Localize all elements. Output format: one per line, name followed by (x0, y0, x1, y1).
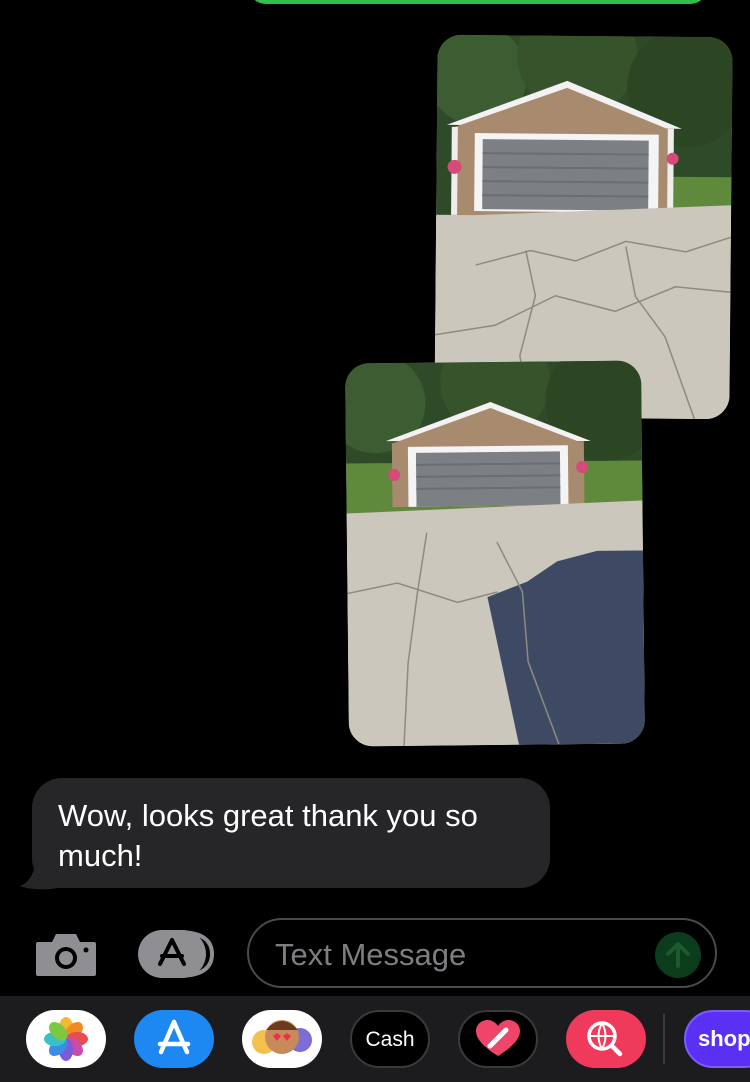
previous-message-bubble-edge (248, 0, 708, 4)
app-shop-button[interactable]: shop (684, 1010, 750, 1068)
message-input[interactable] (273, 932, 637, 978)
app-apple-cash-button[interactable]: Cash (350, 1010, 430, 1068)
incoming-message-text: Wow, looks great thank you so much! (58, 798, 478, 873)
heart-icon (476, 1020, 520, 1056)
apple-cash-label: Cash (365, 1028, 415, 1051)
send-button[interactable] (655, 932, 701, 978)
memoji-icon (252, 1020, 312, 1054)
app-images-button[interactable] (566, 1010, 646, 1068)
camera-icon (36, 934, 96, 976)
incoming-message-bubble[interactable]: Wow, looks great thank you so much! (32, 778, 550, 888)
camera-button[interactable] (34, 930, 98, 978)
app-store-button[interactable] (134, 1010, 214, 1068)
arrow-up-icon (666, 942, 690, 968)
app-drawer-divider (663, 1014, 665, 1064)
message-input-field[interactable] (247, 918, 717, 988)
app-fitness-button[interactable] (458, 1010, 538, 1068)
app-store-icon (138, 930, 215, 978)
apps-button[interactable] (138, 930, 215, 978)
app-photos-button[interactable] (26, 1010, 106, 1068)
app-store-icon (157, 1019, 191, 1055)
app-drawer: Cash shop (0, 996, 750, 1082)
sent-photo-garage-2[interactable] (345, 360, 645, 747)
app-memoji-button[interactable] (242, 1010, 322, 1068)
photos-icon (44, 1017, 88, 1061)
globe-search-icon (587, 1021, 623, 1057)
shop-label: shop (698, 1026, 750, 1051)
